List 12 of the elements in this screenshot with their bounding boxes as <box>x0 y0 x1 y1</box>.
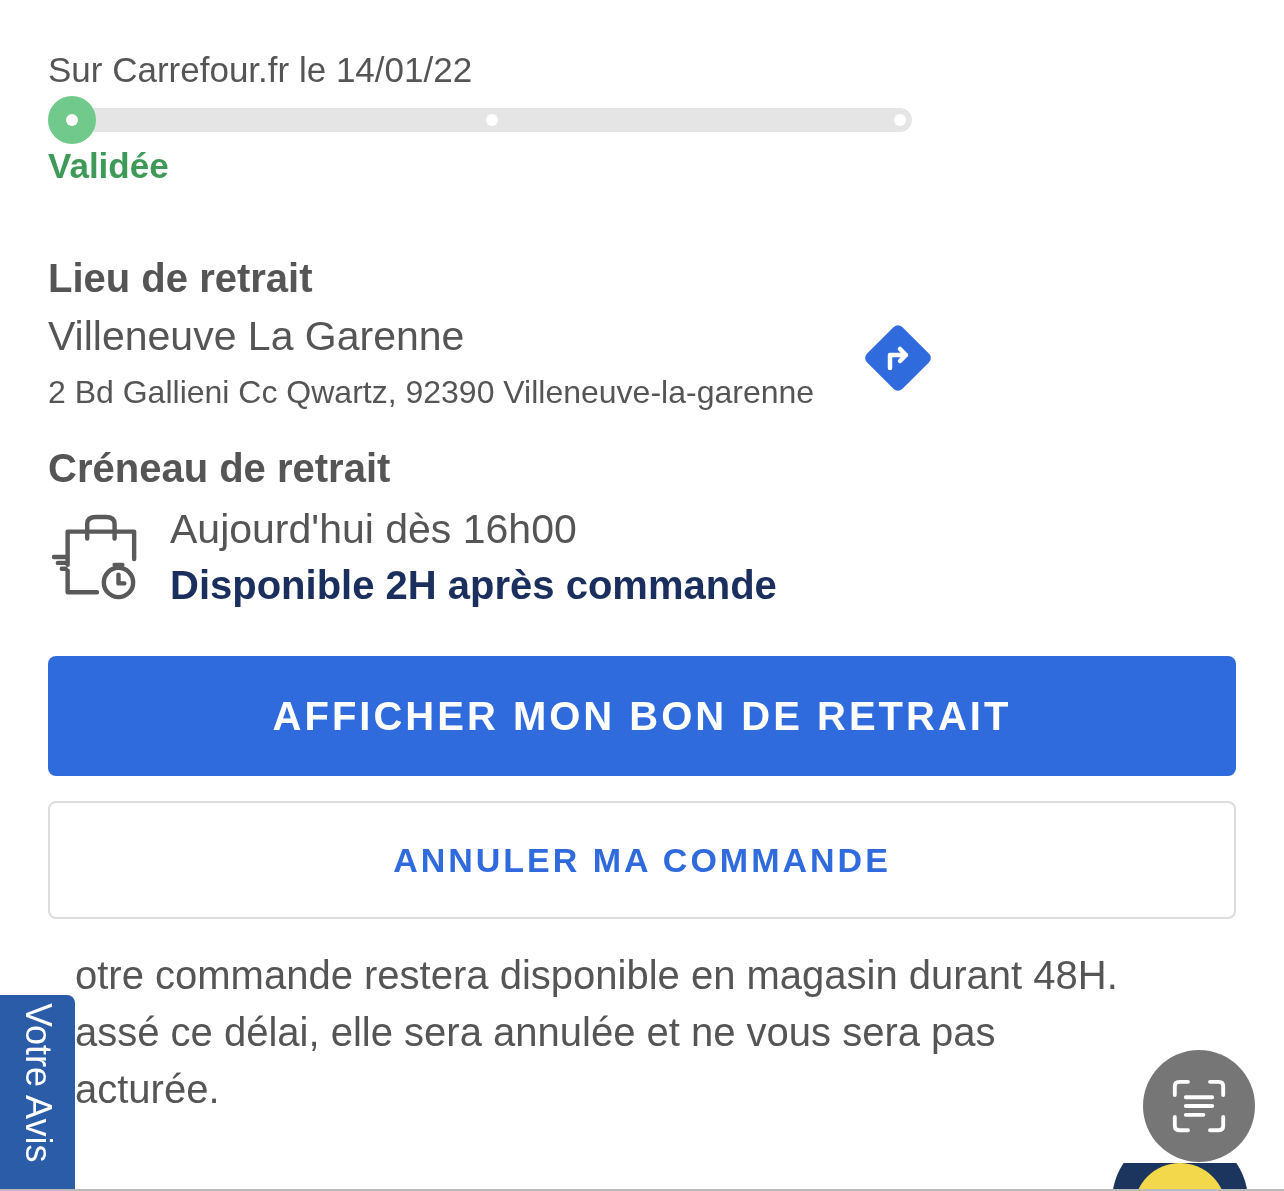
section-heading: Lieu de retrait <box>48 255 314 302</box>
section-heading: Créneau de retrait <box>48 445 392 492</box>
order-origin: Sur Carrefour.fr le 14/01/22 <box>48 49 474 91</box>
order-status: Validée <box>48 145 170 187</box>
availability-note: Disponible 2H après commande <box>170 562 777 609</box>
store-address: 2 Bd Gallieni Cc Qwartz, 92390 Villeneuve-la-garenne <box>48 373 815 412</box>
show-pickup-voucher-button[interactable]: AFFICHER MON BON DE RETRAIT <box>48 656 1236 776</box>
pickup-time: Aujourd'hui dès 16h00 <box>170 505 578 554</box>
cancel-order-button[interactable]: ANNULER MA COMMANDE <box>48 801 1236 919</box>
store-name: Villeneuve La Garenne <box>48 312 466 361</box>
notice-text: otre commande restera disponible en magasin durant 48H. assé ce délai, elle sera annulée et ne vous sera pas acturée. <box>75 952 1118 1113</box>
feedback-tab[interactable]: Votre Avis <box>0 995 75 1191</box>
